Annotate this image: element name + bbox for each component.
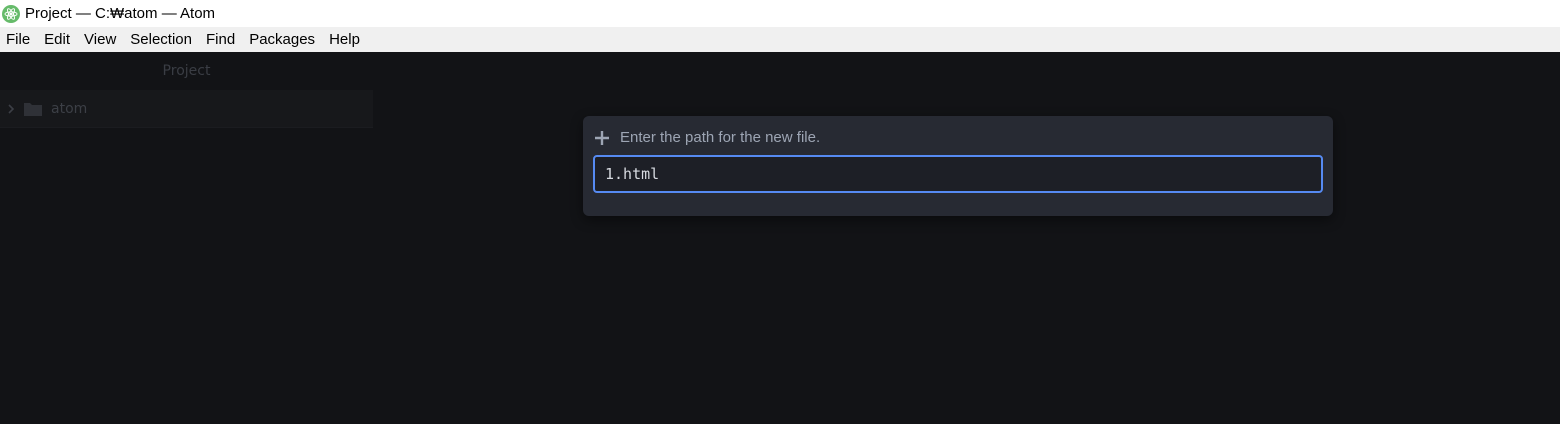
atom-icon — [2, 4, 20, 23]
new-file-dialog: Enter the path for the new file. — [583, 116, 1333, 216]
dialog-heading: Enter the path for the new file. — [594, 129, 820, 146]
new-file-path-input[interactable] — [593, 155, 1323, 193]
chevron-right-icon[interactable] — [7, 103, 17, 114]
menu-help[interactable]: Help — [322, 27, 367, 52]
menu-packages[interactable]: Packages — [242, 27, 322, 52]
editor-area[interactable] — [373, 52, 1560, 424]
menu-edit[interactable]: Edit — [37, 27, 77, 52]
folder-icon — [23, 101, 43, 117]
dialog-prompt: Enter the path for the new file. — [620, 129, 821, 146]
tree-item-atom[interactable]: atom — [0, 90, 373, 128]
tree-view-header[interactable]: Project — [0, 52, 373, 90]
plus-icon — [594, 130, 610, 146]
menu-file[interactable]: File — [0, 27, 37, 52]
title-bar: Project — C:₩atom — Atom — [0, 0, 1560, 27]
menu-find[interactable]: Find — [199, 27, 242, 52]
menu-bar: File Edit View Selection Find Packages H… — [0, 27, 1560, 52]
tree-item-label: atom — [51, 100, 88, 117]
tree-view: Project atom — [0, 52, 373, 424]
window-title: Project — C:₩atom — Atom — [25, 5, 216, 22]
menu-selection[interactable]: Selection — [123, 27, 199, 52]
menu-view[interactable]: View — [77, 27, 123, 52]
